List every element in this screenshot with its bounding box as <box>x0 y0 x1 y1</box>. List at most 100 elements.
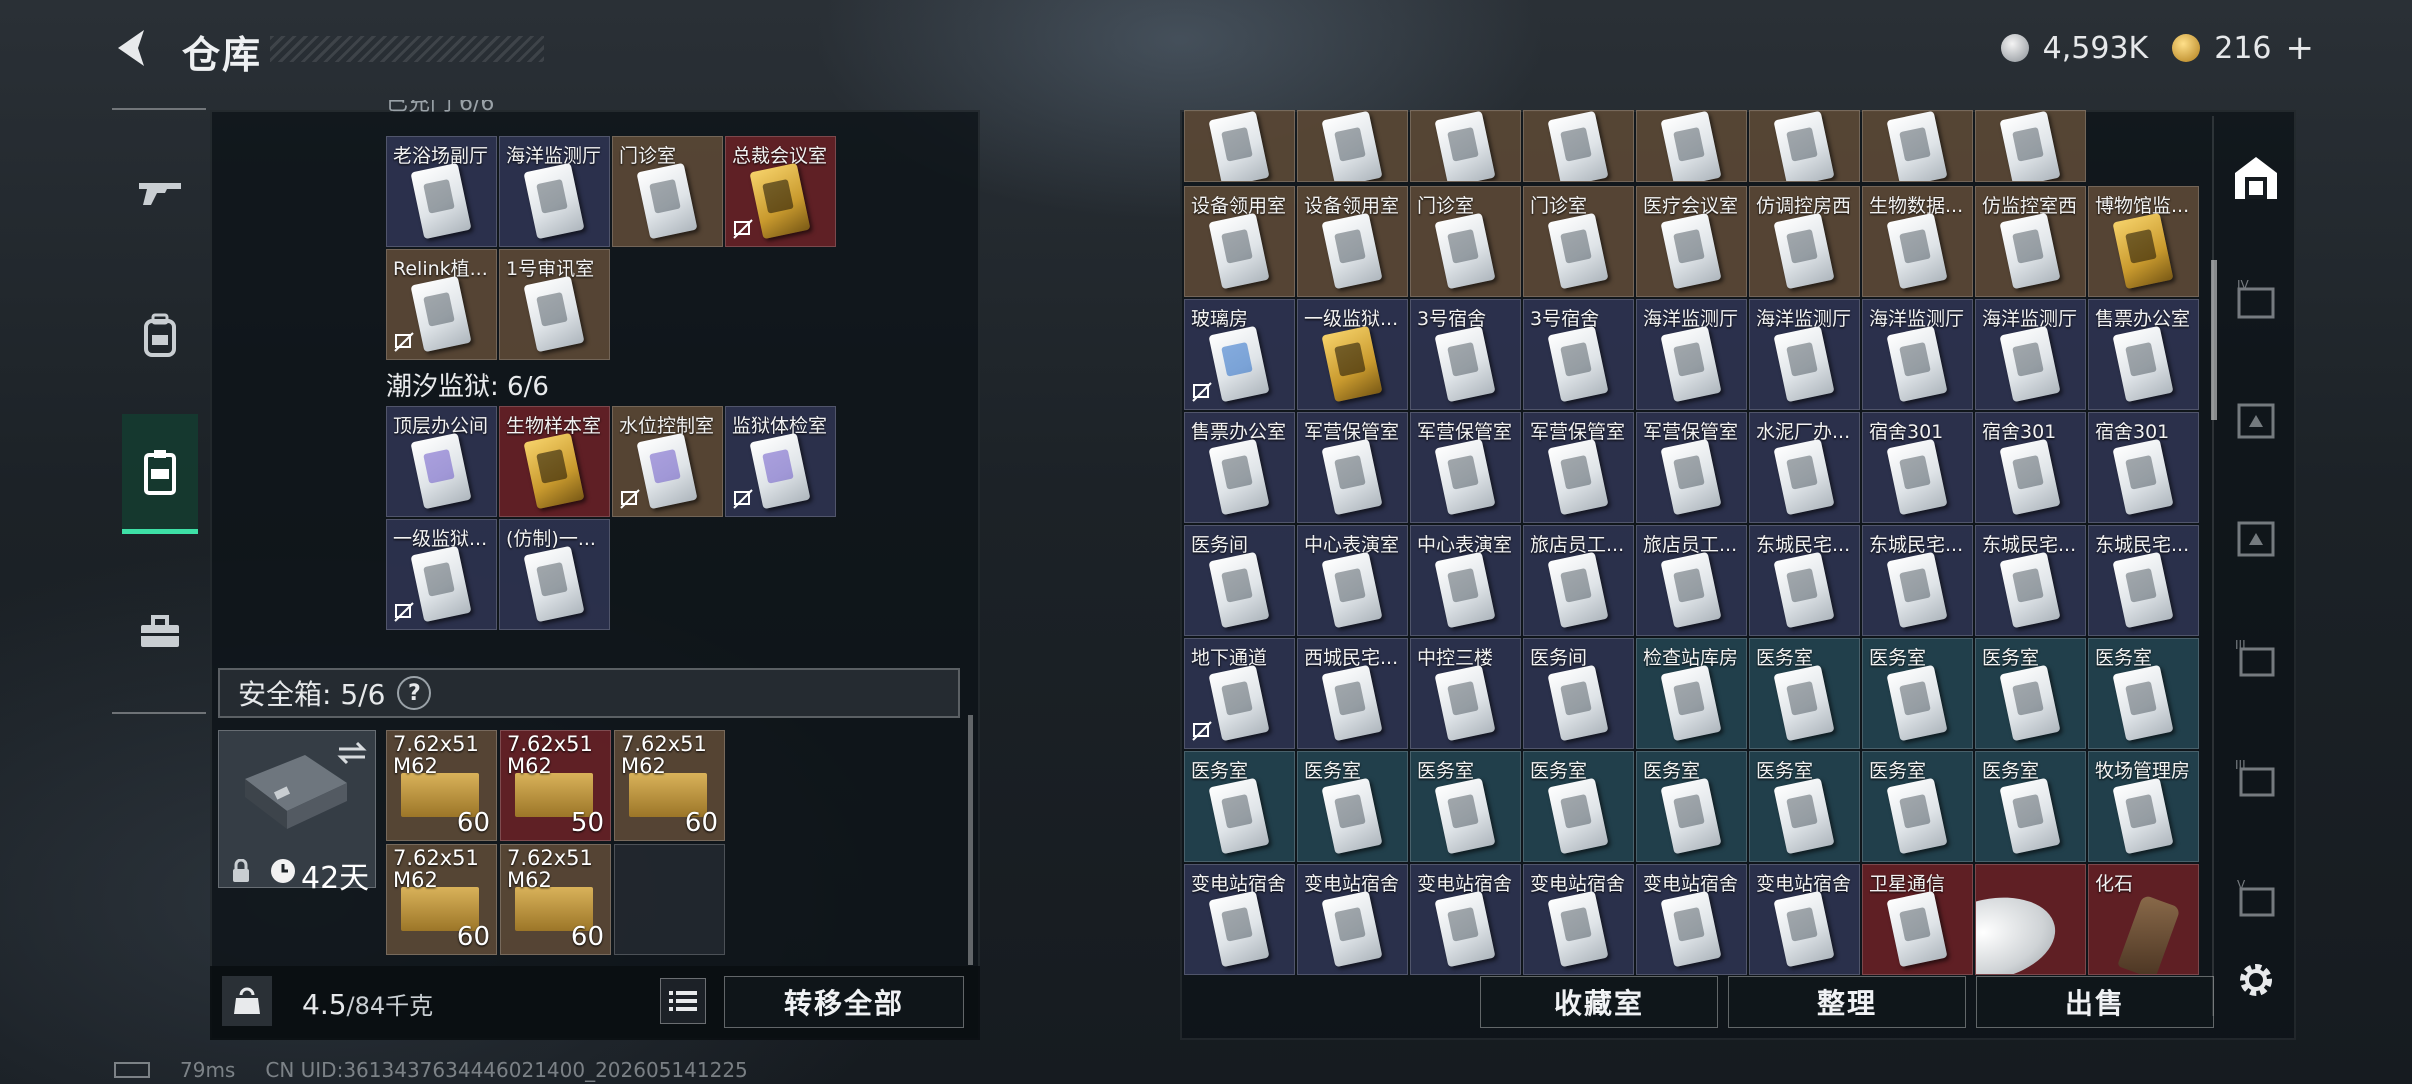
keycard-item[interactable]: 一级监狱... <box>1297 299 1408 410</box>
tab-equipment[interactable] <box>122 276 198 396</box>
back-button[interactable] <box>110 26 154 70</box>
keycard-item[interactable]: 监狱体检室 <box>725 406 836 517</box>
keycard-item[interactable]: 玻璃房 <box>1184 299 1295 410</box>
keycard-item[interactable] <box>1297 110 1408 182</box>
ammo-item[interactable]: 7.62x51 M62 60 <box>386 730 497 841</box>
keycard-item[interactable]: (仿制)一... <box>499 519 610 630</box>
add-gold-button[interactable]: + <box>2286 28 2315 68</box>
keycard-item[interactable]: 变电站宿舍 <box>1410 864 1521 975</box>
keycard-item[interactable]: 顶层办公间 <box>386 406 497 517</box>
tab-keycards[interactable] <box>122 414 198 534</box>
keycard-item[interactable] <box>1410 110 1521 182</box>
keycard-item[interactable] <box>1975 110 2086 182</box>
keycard-item[interactable]: 变电站宿舍 <box>1749 864 1860 975</box>
keycard-item[interactable]: 东城民宅... <box>1749 525 1860 636</box>
ammo-item[interactable]: 7.62x51 M62 60 <box>614 730 725 841</box>
keycard-item[interactable]: 售票办公室 <box>2088 299 2199 410</box>
keycard-item[interactable]: 生物样本室 <box>499 406 610 517</box>
keycard-item[interactable]: 海洋监测厅 <box>499 136 610 247</box>
keycard-item[interactable] <box>1636 110 1747 182</box>
keycard-item[interactable]: 生物数据... <box>1862 186 1973 297</box>
tab-storage-v[interactable]: V <box>2228 870 2284 926</box>
keycard-item[interactable]: 东城民宅... <box>1975 525 2086 636</box>
keycard-item[interactable]: 医务间 <box>1184 525 1295 636</box>
keycard-item[interactable] <box>1523 110 1634 182</box>
keycard-item[interactable]: 检查站库房 <box>1636 638 1747 749</box>
keycard-item[interactable]: 仿监控室西 <box>1975 186 2086 297</box>
settings-button[interactable] <box>2228 952 2284 1008</box>
keycard-item[interactable]: 设备领用室 <box>1184 186 1295 297</box>
tab-storage-3[interactable] <box>2228 510 2284 566</box>
keycard-item[interactable]: 地下通道 <box>1184 638 1295 749</box>
keycard-item[interactable]: 军营保管室 <box>1523 412 1634 523</box>
tab-supplies[interactable] <box>122 572 198 692</box>
keycard-item[interactable]: 变电站宿舍 <box>1636 864 1747 975</box>
keycard-item[interactable]: 中心表演室 <box>1297 525 1408 636</box>
tab-storage-2[interactable] <box>2228 392 2284 448</box>
keycard-item[interactable]: 中控三楼 <box>1410 638 1521 749</box>
keycard-item[interactable]: 医务室 <box>1862 751 1973 862</box>
keycard-item[interactable]: 医务室 <box>1749 638 1860 749</box>
empty-slot[interactable] <box>614 844 725 955</box>
tab-storage-4[interactable]: IV <box>2228 272 2284 328</box>
keycard-item[interactable]: 医务室 <box>1749 751 1860 862</box>
keycard-item[interactable]: 宿舍301 <box>1975 412 2086 523</box>
keycard-item[interactable]: 医务室 <box>1184 751 1295 862</box>
keycard-item[interactable]: 医疗会议室 <box>1636 186 1747 297</box>
keycard-item[interactable]: 军营保管室 <box>1636 412 1747 523</box>
keycard-item[interactable]: 医务室 <box>1975 751 2086 862</box>
keycard-item[interactable]: 宿舍301 <box>1862 412 1973 523</box>
keycard-item[interactable]: 门诊室 <box>612 136 723 247</box>
keycard-item[interactable]: 西城民宅... <box>1297 638 1408 749</box>
keycard-item[interactable]: 化石 <box>2088 864 2199 975</box>
keycard-item[interactable]: 医务室 <box>1297 751 1408 862</box>
keycard-item[interactable]: 军营保管室 <box>1297 412 1408 523</box>
keycard-item[interactable]: 旅店员工... <box>1523 525 1634 636</box>
keycard-item[interactable]: 变电站宿舍 <box>1184 864 1295 975</box>
keycard-item[interactable]: 中心表演室 <box>1410 525 1521 636</box>
keycard-item[interactable]: 一级监狱... <box>386 519 497 630</box>
keycard-item[interactable]: 水位控制室 <box>612 406 723 517</box>
list-view-button[interactable] <box>660 978 706 1024</box>
keycard-item[interactable]: 总裁会议室 <box>725 136 836 247</box>
keycard-item[interactable]: 东城民宅... <box>2088 525 2199 636</box>
ammo-item[interactable]: 7.62x51 M62 60 <box>500 844 611 955</box>
keycard-item[interactable]: 旅店员工... <box>1636 525 1747 636</box>
keycard-item[interactable] <box>1184 110 1295 182</box>
keycard-item[interactable]: 牧场管理房 <box>2088 751 2199 862</box>
keycard-item[interactable]: 医务室 <box>1636 751 1747 862</box>
scrollbar[interactable] <box>968 715 973 965</box>
keycard-item[interactable]: 设备领用室 <box>1297 186 1408 297</box>
transfer-all-button[interactable]: 转移全部 <box>724 976 964 1028</box>
keycard-item[interactable]: 医务间 <box>1523 638 1634 749</box>
keycard-item[interactable]: 博物馆监... <box>2088 186 2199 297</box>
keycard-item[interactable]: 医务室 <box>1523 751 1634 862</box>
swap-icon[interactable] <box>337 741 367 765</box>
collection-room-button[interactable]: 收藏室 <box>1480 976 1718 1028</box>
keycard-item[interactable] <box>1862 110 1973 182</box>
sell-button[interactable]: 出售 <box>1976 976 2214 1028</box>
keycard-item[interactable]: 卫星通信 <box>1862 864 1973 975</box>
keycard-item[interactable]: Relink植... <box>386 249 497 360</box>
tab-storage-5[interactable]: III <box>2228 630 2284 686</box>
keycard-item[interactable]: 海洋监测厅 <box>1862 299 1973 410</box>
keycard-item[interactable]: 老浴场副厅 <box>386 136 497 247</box>
keycard-item[interactable]: 门诊室 <box>1410 186 1521 297</box>
keycard-item[interactable]: 门诊室 <box>1523 186 1634 297</box>
keycard-item[interactable]: 海洋监测厅 <box>1749 299 1860 410</box>
keycard-item[interactable]: 军营保管室 <box>1410 412 1521 523</box>
keycard-item[interactable]: 3号宿舍 <box>1523 299 1634 410</box>
keycard-item[interactable]: 医务室 <box>2088 638 2199 749</box>
keycard-item[interactable]: 变电站宿舍 <box>1297 864 1408 975</box>
keycard-item[interactable]: 海洋监测厅 <box>1975 299 2086 410</box>
sort-button[interactable]: 整理 <box>1728 976 1966 1028</box>
ammo-item[interactable]: 7.62x51 M62 60 <box>386 844 497 955</box>
keycard-item[interactable] <box>1749 110 1860 182</box>
keycard-item[interactable]: 变电站宿舍 <box>1523 864 1634 975</box>
keycard-item[interactable] <box>1975 864 2086 975</box>
keycard-item[interactable]: 宿舍301 <box>2088 412 2199 523</box>
tab-storage-6[interactable]: III <box>2228 750 2284 806</box>
tab-weapons[interactable] <box>122 132 198 252</box>
keycard-item[interactable]: 医务室 <box>1862 638 1973 749</box>
keycard-item[interactable]: 1号审讯室 <box>499 249 610 360</box>
